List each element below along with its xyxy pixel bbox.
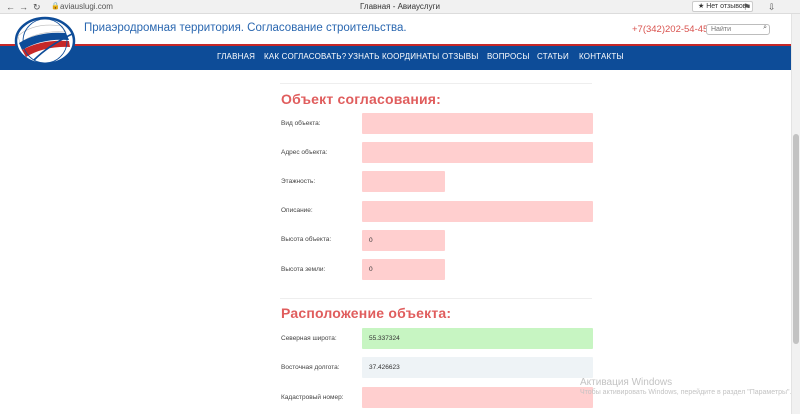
forward-icon[interactable]: →	[19, 1, 28, 13]
object-address-input[interactable]	[362, 142, 593, 163]
object-type-input[interactable]	[362, 113, 593, 134]
windows-activation-title: Активация Windows	[580, 377, 673, 388]
object-height-input[interactable]	[362, 230, 445, 251]
longitude-label: Восточная долгота:	[281, 364, 340, 371]
divider	[280, 298, 592, 299]
search-input[interactable]	[711, 25, 759, 34]
object-type-label: Вид объекта:	[281, 120, 321, 127]
search-icon[interactable]: ⌕	[763, 24, 767, 32]
search-box[interactable]: ⌕	[706, 24, 770, 35]
floors-label: Этажность:	[281, 178, 316, 185]
description-label: Описание:	[281, 207, 313, 214]
windows-activation-subtitle: Чтобы активировать Windows, перейдите в …	[580, 389, 792, 396]
nav-stripe	[0, 44, 800, 46]
nav-item-contacts[interactable]: КОНТАКТЫ	[579, 52, 624, 61]
object-address-label: Адрес объекта:	[281, 149, 328, 156]
nav-item-find-coordinates[interactable]: УЗНАТЬ КООРДИНАТЫ	[348, 52, 439, 61]
bookmark-icon[interactable]: ⚑	[743, 1, 751, 13]
browser-toolbar: ← → ↻ 🔒 aviauslugi.com Главная - Авиаусл…	[0, 0, 800, 14]
nav-item-articles[interactable]: СТАТЬИ	[537, 52, 569, 61]
floors-input[interactable]	[362, 171, 445, 192]
reload-icon[interactable]: ↻	[33, 1, 41, 13]
ground-height-label: Высота земли:	[281, 266, 326, 273]
scrollbar-thumb[interactable]	[793, 134, 799, 344]
site-title[interactable]: Приаэродромная территория. Согласование …	[84, 22, 407, 34]
nav-item-questions[interactable]: ВОПРОСЫ	[487, 52, 530, 61]
tab-title: Главная - Авиауслуги	[360, 2, 440, 11]
nav-item-how-to-approve[interactable]: КАК СОГЛАСОВАТЬ?	[264, 52, 346, 61]
address-bar[interactable]: aviauslugi.com	[60, 1, 113, 13]
latitude-input[interactable]	[362, 328, 593, 349]
object-height-label: Высота объекта:	[281, 236, 332, 243]
object-section-title: Объект согласования:	[281, 91, 442, 107]
longitude-input[interactable]	[362, 357, 593, 378]
description-input[interactable]	[362, 201, 593, 222]
nav-item-reviews[interactable]: ОТЗЫВЫ	[442, 52, 479, 61]
divider	[280, 83, 592, 84]
download-icon[interactable]: ⇩	[768, 1, 776, 13]
lock-icon: 🔒	[51, 3, 60, 10]
latitude-label: Северная широта:	[281, 335, 337, 342]
main-nav: ГЛАВНАЯ КАК СОГЛАСОВАТЬ? УЗНАТЬ КООРДИНА…	[0, 47, 800, 67]
cadastral-input[interactable]	[362, 387, 593, 408]
cadastral-label: Кадастровый номер:	[281, 394, 344, 401]
ground-height-input[interactable]	[362, 259, 445, 280]
nav-item-home[interactable]: ГЛАВНАЯ	[217, 52, 255, 61]
phone-number[interactable]: +7(342)202-54-45	[632, 24, 708, 35]
page-scrollbar[interactable]	[791, 14, 800, 414]
back-icon[interactable]: ←	[6, 1, 15, 13]
globe-logo-icon[interactable]	[14, 16, 76, 66]
location-section-title: Расположение объекта:	[281, 305, 452, 321]
